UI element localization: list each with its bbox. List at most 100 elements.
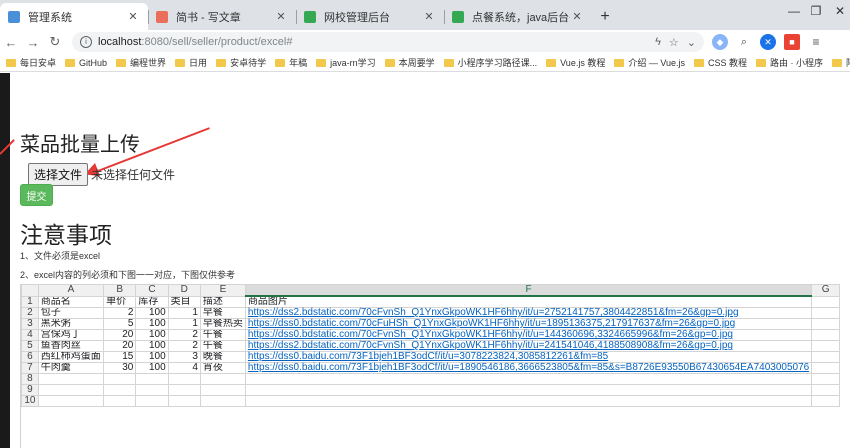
browser-tab[interactable]: 简书 - 写文章 ✕	[148, 3, 296, 30]
bookmark-item[interactable]: 路由 · 小程序	[756, 56, 823, 69]
table-cell: 20	[103, 329, 137, 341]
folder-icon	[175, 58, 186, 67]
folder-icon	[443, 58, 454, 67]
table-cell: 1	[167, 318, 201, 330]
bookmark-label: 编程世界	[130, 58, 167, 68]
bookmark-label: java-rn学习	[330, 58, 376, 68]
extension-red-icon[interactable]: ■	[784, 34, 800, 50]
bookmark-item[interactable]: Vue.js 教程	[546, 56, 605, 69]
bookmark-item[interactable]: 年稿	[275, 56, 307, 69]
browser-tab[interactable]: 网校管理后台 ✕	[296, 3, 444, 30]
url-path: :8080/sell/seller/product/excel#	[141, 36, 293, 48]
table-row: 2 包子 2 100 1 早餐 https://dss2.bdstatic.com/70cF…	[21, 307, 840, 319]
table-cell	[37, 373, 105, 385]
table-row: 4 宫保鸡丁 20 100 2 午餐 https://dss0.bdstatic.com/7…	[21, 329, 840, 341]
forward-button[interactable]: →	[22, 35, 44, 50]
left-dark-strip	[0, 73, 10, 448]
table-cell	[811, 295, 840, 308]
bookmark-item[interactable]: 每日安卓	[6, 56, 56, 69]
menu-icon[interactable]: ≡	[808, 34, 824, 50]
table-cell	[103, 373, 137, 385]
column-header: A	[37, 284, 105, 297]
table-cell: https://dss2.bdstatic.com/70cFvnSh_Q1Ynx…	[244, 340, 813, 352]
extension-x-icon[interactable]: ✕	[760, 34, 776, 50]
table-cell	[135, 373, 169, 385]
reload-button[interactable]: ↻	[44, 34, 66, 50]
folder-icon	[694, 58, 705, 67]
folder-icon	[614, 58, 625, 67]
table-row: 6 西红柿鸡蛋面 15 100 3 晚餐 https://dss0.baidu.com/73…	[21, 351, 840, 363]
bookmark-item[interactable]: 日用	[175, 56, 207, 69]
table-cell: 2	[167, 329, 201, 341]
sheet-corner	[21, 284, 39, 297]
bookmark-item[interactable]: 介绍 — Vue.js	[614, 56, 685, 69]
close-window-button[interactable]: ✕	[826, 4, 850, 18]
tab-close-icon[interactable]: ✕	[274, 10, 288, 23]
tab-title: 网校管理后台	[324, 11, 390, 24]
tab-close-icon[interactable]: ✕	[422, 10, 436, 23]
tab-close-icon[interactable]: ✕	[570, 10, 584, 23]
bookmark-label: 介绍 — Vue.js	[628, 58, 686, 68]
upload-heading: 菜品批量上传	[20, 134, 140, 156]
file-input[interactable]: 选择文件 未选择任何文件	[28, 163, 175, 186]
table-cell	[167, 395, 201, 407]
table-cell	[811, 384, 840, 396]
browser-tab[interactable]: 管理系统 ✕	[0, 3, 148, 30]
table-cell: 2	[103, 307, 137, 319]
row-header: 7	[21, 362, 39, 374]
column-header: D	[167, 284, 201, 297]
bookmark-item[interactable]: 安卓待学	[216, 56, 266, 69]
search-icon[interactable]: ⌕	[736, 34, 752, 50]
table-cell: 早餐	[199, 307, 246, 319]
star-icon[interactable]: ☆	[669, 36, 679, 49]
back-button[interactable]: ←	[0, 35, 22, 50]
info-icon[interactable]: i	[80, 36, 92, 48]
tab-strip: 管理系统✕简书 - 写文章✕网校管理后台✕点餐系统，java后台+点餐小程序 -…	[0, 0, 850, 30]
bookmark-item[interactable]: GitHub	[65, 56, 107, 69]
bookmark-item[interactable]: CSS 教程	[694, 56, 747, 69]
table-cell: 宵夜	[199, 362, 246, 374]
chevron-down-icon[interactable]: ⌄	[687, 36, 696, 49]
table-cell	[199, 395, 246, 407]
bookmark-label: 日用	[189, 58, 208, 68]
bookmark-item[interactable]: 编程世界	[116, 56, 166, 69]
bookmark-label: 路由 · 小程序	[770, 58, 824, 68]
url-host: localhost	[98, 36, 142, 48]
table-cell: https://dss0.baidu.com/73F1bjeh1BF3odCf/…	[244, 351, 813, 363]
table-cell	[244, 384, 813, 396]
table-cell: 描述	[199, 295, 246, 308]
table-cell: 30	[103, 362, 137, 374]
browser-tab[interactable]: 点餐系统，java后台+点餐小程序 - ✕	[444, 3, 592, 30]
tab-close-icon[interactable]: ✕	[126, 10, 140, 23]
bookmark-item[interactable]: 阿里云推荐有礼活动	[832, 56, 850, 69]
table-cell	[103, 384, 137, 396]
extension-icon[interactable]: ◆	[712, 34, 728, 50]
table-cell: 1	[167, 307, 201, 319]
folder-icon	[65, 58, 76, 67]
table-cell	[244, 395, 813, 407]
table-row: 8	[21, 373, 840, 385]
new-tab-button[interactable]: +	[592, 3, 618, 30]
table-cell	[199, 373, 246, 385]
table-cell: 午餐	[199, 340, 246, 352]
table-cell: 15	[103, 351, 137, 363]
choose-file-button[interactable]: 选择文件	[28, 163, 89, 186]
url-input[interactable]: i localhost:8080/sell/seller/product/exc…	[72, 32, 704, 52]
bookmark-item[interactable]: 本周要学	[384, 56, 435, 69]
table-cell	[37, 395, 105, 407]
bookmark-label: Vue.js 教程	[560, 58, 606, 68]
table-cell	[811, 373, 840, 385]
table-cell	[167, 384, 201, 396]
row-header: 6	[21, 351, 39, 363]
bookmark-label: 年稿	[289, 58, 308, 68]
excel-table: ABCDEFG 1 商品名 单价 库存 类目 描述 商品图片 2 包子 2 100 1 早餐 https:…	[21, 284, 840, 407]
table-cell: 商品图片	[244, 295, 813, 308]
table-row: 7 牛肉羹 30 100 4 宵夜 https://dss0.baidu.com/73F1b…	[21, 362, 840, 374]
bookmark-item[interactable]: java-rn学习	[316, 56, 376, 69]
bookmark-label: 小程序学习路径课...	[457, 58, 538, 68]
table-row: 3 黑米粥 5 100 1 早餐热卖 https://dss0.bdstatic.com/7…	[21, 318, 840, 330]
tab-title: 点餐系统，java后台+点餐小程序 -	[472, 11, 570, 24]
submit-button[interactable]: 提交	[20, 184, 53, 206]
lightning-icon[interactable]: ϟ	[655, 36, 661, 49]
bookmark-item[interactable]: 小程序学习路径课...	[443, 56, 538, 69]
